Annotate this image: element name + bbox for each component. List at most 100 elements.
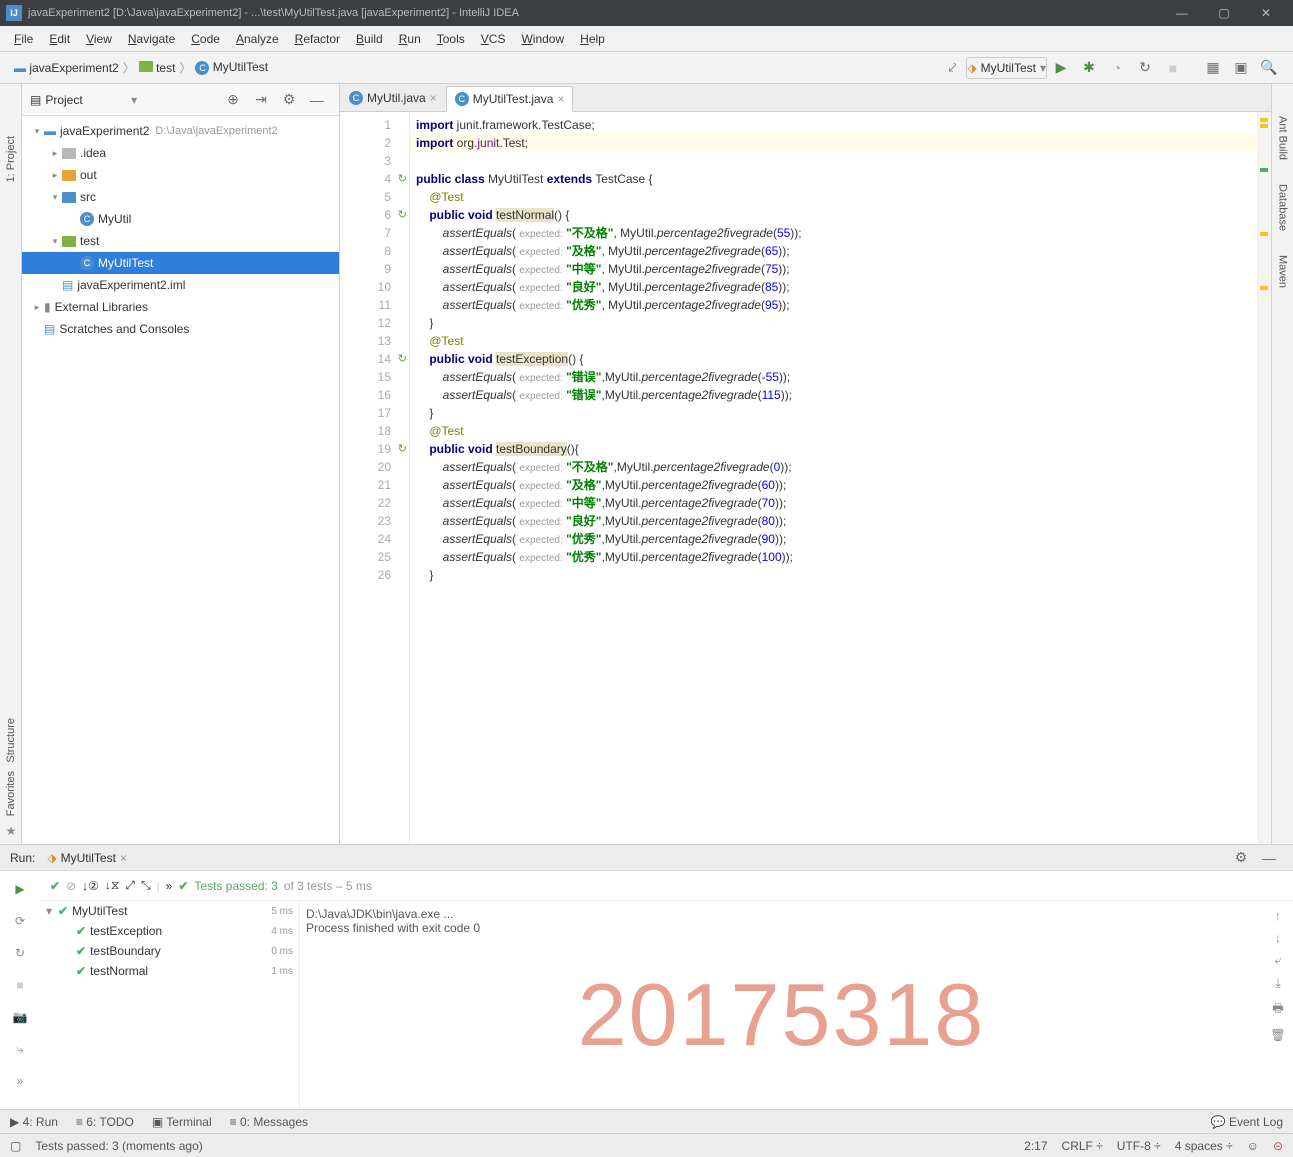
menu-build[interactable]: Build xyxy=(348,32,391,46)
ide-settings-icon[interactable]: ▣ xyxy=(1229,56,1253,80)
scroll-up-icon[interactable]: ↑ xyxy=(1275,909,1281,923)
favorites-tool-button[interactable]: Favorites xyxy=(5,771,17,816)
toolwindow-button[interactable]: ▶ 4: Run xyxy=(10,1115,58,1129)
collapse-all-icon[interactable]: ⇥ xyxy=(249,88,273,112)
debug-button[interactable]: ✱ xyxy=(1077,56,1101,80)
stop-tests-icon[interactable]: ■ xyxy=(8,973,32,997)
menu-help[interactable]: Help xyxy=(572,32,613,46)
encoding[interactable]: UTF-8 ÷ xyxy=(1117,1139,1161,1153)
close-window-button[interactable]: ✕ xyxy=(1245,0,1287,26)
toggle-autotest-icon[interactable]: ⟳ xyxy=(8,909,32,933)
run-panel-target[interactable]: MyUtilTest xyxy=(61,851,116,865)
project-tree[interactable]: ▾▬javaExperiment2D:\Java\javaExperiment2… xyxy=(22,116,339,344)
settings-icon[interactable]: ⚙ xyxy=(277,88,301,112)
structure-tool-button[interactable]: Structure xyxy=(5,718,17,763)
breadcrumb-item[interactable]: test xyxy=(139,61,176,75)
menu-edit[interactable]: Edit xyxy=(41,32,78,46)
editor-tab[interactable]: CMyUtilTest.java× xyxy=(446,86,574,112)
close-tab-icon[interactable]: × xyxy=(557,92,564,106)
test-tree-item[interactable]: ✔testBoundary0 ms xyxy=(40,941,299,961)
indent[interactable]: 4 spaces ÷ xyxy=(1175,1139,1233,1153)
scroll-from-source-icon[interactable]: ⊕ xyxy=(221,88,245,112)
maven-tool-button[interactable]: Maven xyxy=(1277,255,1289,288)
database-tool-button[interactable]: Database xyxy=(1277,184,1289,231)
caret-position[interactable]: 2:17 xyxy=(1024,1139,1047,1153)
ant-build-tool-button[interactable]: Ant Build xyxy=(1277,116,1289,160)
soft-wrap-icon[interactable]: ⤶ xyxy=(1275,953,1282,968)
line-ending[interactable]: CRLF ÷ xyxy=(1062,1139,1103,1153)
menu-code[interactable]: Code xyxy=(183,32,228,46)
export-icon[interactable]: ⤓ xyxy=(1275,976,1280,991)
tree-item[interactable]: ▸▮External Libraries xyxy=(22,296,339,318)
exit-icon[interactable]: ⤷ xyxy=(8,1037,32,1061)
tree-item[interactable]: CMyUtilTest xyxy=(22,252,339,274)
coverage-button[interactable]: ◔ xyxy=(1105,56,1129,80)
breadcrumb-item[interactable]: ▬ javaExperiment2 xyxy=(14,61,119,75)
menu-run[interactable]: Run xyxy=(391,32,429,46)
event-log-button[interactable]: 💬 Event Log xyxy=(1211,1115,1283,1129)
scroll-down-icon[interactable]: ↓ xyxy=(1275,931,1281,945)
test-tree-item[interactable]: ✔testNormal1 ms xyxy=(40,961,299,981)
test-tree-item[interactable]: ✔testException4 ms xyxy=(40,921,299,941)
stop-button[interactable]: ■ xyxy=(1161,56,1185,80)
search-everywhere-icon[interactable]: 🔍 xyxy=(1257,56,1281,80)
editor-tab[interactable]: CMyUtil.java× xyxy=(340,85,446,111)
menu-view[interactable]: View xyxy=(78,32,120,46)
breadcrumb-item[interactable]: C MyUtilTest xyxy=(195,60,268,75)
run-settings-icon[interactable]: ⚙ xyxy=(1229,846,1253,870)
project-tool-button[interactable]: 1: Project xyxy=(5,136,17,182)
close-tab-icon[interactable]: × xyxy=(430,91,437,105)
project-panel-title[interactable]: Project xyxy=(45,93,127,107)
build-icon[interactable]: ⤦ xyxy=(940,56,964,80)
breadcrumb[interactable]: ▬ javaExperiment2〉 test〉C MyUtilTest xyxy=(10,59,272,76)
test-tree[interactable]: ▾✔MyUtilTest5 ms✔testException4 ms✔testB… xyxy=(40,901,300,1109)
tree-item[interactable]: ▸out xyxy=(22,164,339,186)
collapse-all-tests-icon[interactable]: ⤡ xyxy=(141,878,151,893)
tests-passed-icon[interactable]: ✔ xyxy=(50,879,60,893)
dump-icon[interactable]: 📷 xyxy=(8,1005,32,1029)
run-button[interactable]: ▶ xyxy=(1049,56,1073,80)
memory-indicator[interactable]: ⊝ xyxy=(1273,1139,1283,1153)
tree-item[interactable]: ▾src xyxy=(22,186,339,208)
marker-stripe[interactable] xyxy=(1257,112,1271,844)
run-config-dropdown[interactable]: ⬗ MyUtilTest ▾ xyxy=(966,57,1047,79)
rerun-button[interactable]: ▶ xyxy=(8,877,32,901)
minimize-button[interactable]: — xyxy=(1161,0,1203,26)
menu-file[interactable]: File xyxy=(6,32,41,46)
tree-item[interactable]: ▤Scratches and Consoles xyxy=(22,318,339,340)
toolwindow-button[interactable]: ▣ Terminal xyxy=(152,1115,212,1129)
project-structure-icon[interactable]: ▦ xyxy=(1201,56,1225,80)
more-icon[interactable]: » xyxy=(8,1069,32,1093)
clear-icon[interactable]: 🗑 xyxy=(1270,1028,1285,1042)
tree-item[interactable]: ▤javaExperiment2.iml xyxy=(22,274,339,296)
menu-vcs[interactable]: VCS xyxy=(473,32,514,46)
hide-panel-icon[interactable]: — xyxy=(305,88,329,112)
toolwindow-button[interactable]: ≡ 0: Messages xyxy=(230,1115,308,1129)
profile-button[interactable]: ↻ xyxy=(1133,56,1157,80)
menu-analyze[interactable]: Analyze xyxy=(228,32,287,46)
tree-item[interactable]: ▸.idea xyxy=(22,142,339,164)
maximize-button[interactable]: ▢ xyxy=(1203,0,1245,26)
tree-item[interactable]: ▾▬javaExperiment2D:\Java\javaExperiment2 xyxy=(22,120,339,142)
print-icon[interactable]: 🖶 xyxy=(1272,999,1283,1020)
test-output[interactable]: 20175318 D:\Java\JDK\bin\java.exe ...Pro… xyxy=(300,901,1263,1109)
sort-alpha-icon[interactable]: ↓② xyxy=(82,879,99,893)
run-config-label: MyUtilTest xyxy=(981,61,1036,75)
inspection-icon[interactable]: ☺ xyxy=(1247,1139,1259,1153)
toolwindow-button[interactable]: ≡ 6: TODO xyxy=(76,1115,134,1129)
tests-ignored-icon[interactable]: ⊘ xyxy=(66,879,76,893)
hide-run-panel-icon[interactable]: — xyxy=(1257,846,1281,870)
menu-refactor[interactable]: Refactor xyxy=(287,32,348,46)
gutter[interactable]: 1234567891011121314151617181920212223242… xyxy=(340,112,410,844)
expand-all-icon[interactable]: ⤢ xyxy=(125,878,135,893)
tree-item[interactable]: CMyUtil xyxy=(22,208,339,230)
rerun-failed-icon[interactable]: ↻ xyxy=(8,941,32,965)
test-tree-item[interactable]: ▾✔MyUtilTest5 ms xyxy=(40,901,299,921)
menu-navigate[interactable]: Navigate xyxy=(120,32,183,46)
status-icon[interactable]: ▢ xyxy=(10,1139,21,1153)
menu-tools[interactable]: Tools xyxy=(429,32,473,46)
code-area[interactable]: import junit.framework.TestCase;import o… xyxy=(410,112,1257,844)
menu-window[interactable]: Window xyxy=(513,32,572,46)
tree-item[interactable]: ▾test xyxy=(22,230,339,252)
sort-duration-icon[interactable]: ↓⧖ xyxy=(105,878,119,893)
